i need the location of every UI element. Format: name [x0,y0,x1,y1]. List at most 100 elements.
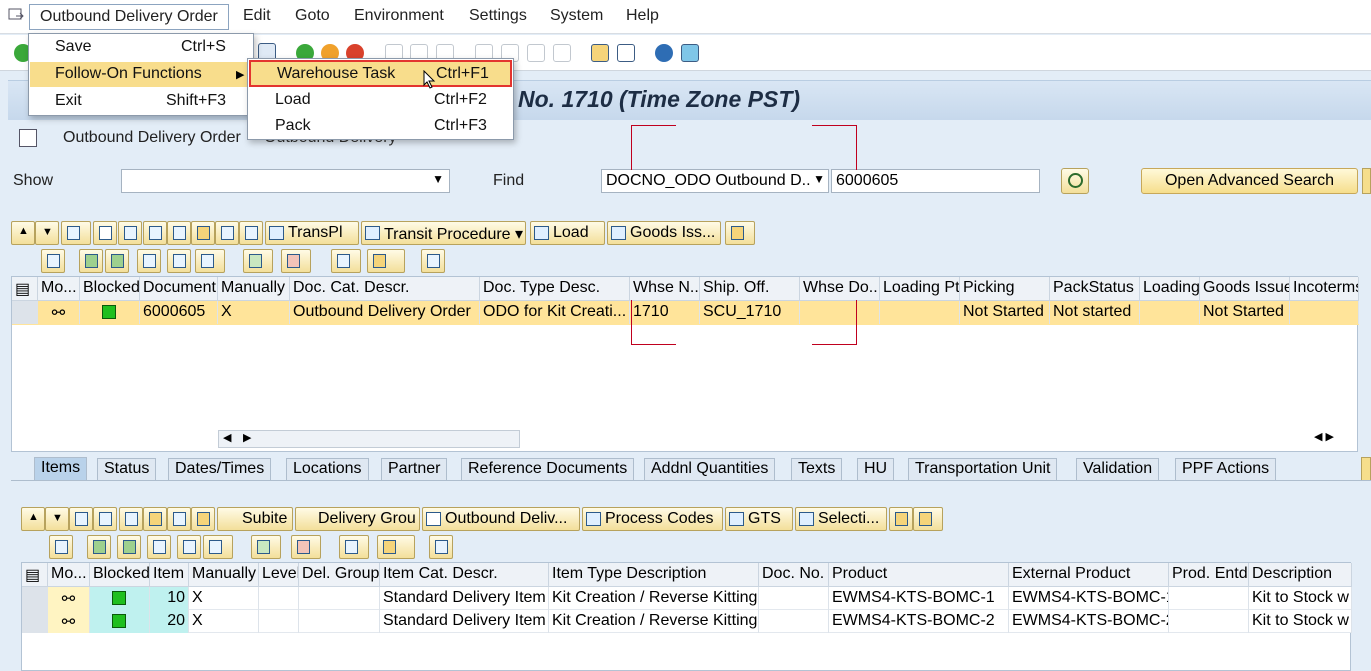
menu-edit[interactable]: Edit [243,7,271,25]
execute-search-button[interactable] [1061,168,1089,194]
lock-icon[interactable] [191,221,215,245]
expand-icon[interactable] [167,507,191,531]
find-value-input[interactable]: 6000605 [831,169,1040,193]
menu-environment[interactable]: Environment [354,7,444,25]
delete-icon[interactable] [119,507,143,531]
zoom-icon[interactable] [41,249,65,273]
menu-item-save[interactable]: Save [55,38,91,56]
save-grid-icon[interactable] [239,221,263,245]
col-header[interactable]: Blocked [80,277,140,301]
find-binoculars-icon[interactable] [137,249,161,273]
sort-descending-icon[interactable] [105,249,129,273]
goods-issue-button[interactable]: Goods Iss... [607,221,721,245]
sum-icon[interactable] [243,249,273,273]
horizontal-scrollbar[interactable]: ◀ ▶ [218,430,520,448]
gts-button[interactable]: GTS [725,507,793,531]
transpl-button[interactable]: TransPl [265,221,359,245]
col-header[interactable]: Item [150,563,189,587]
details-button[interactable] [69,507,93,531]
row-selector[interactable] [22,587,48,610]
find-binoculars-icon[interactable] [147,535,171,559]
details-button[interactable] [61,221,91,245]
more-button[interactable] [1362,168,1371,194]
scroll-down-button[interactable]: ▼ [45,507,69,531]
system-menu-icon[interactable] [8,8,24,22]
menu-item-follow-on-functions[interactable]: Follow-On Functions ▶ [30,62,252,87]
col-header[interactable]: Doc. Type Desc. [480,277,630,301]
col-header[interactable]: Goods Issue [1200,277,1290,301]
next-page-icon[interactable] [527,44,545,62]
outbound-delivery-button[interactable]: Outbound Deliv... [422,507,580,531]
menu-item-pack[interactable]: Pack [275,117,311,135]
col-header[interactable]: Picking [960,277,1050,301]
menu-item-warehouse-task[interactable]: Warehouse Task Ctrl+F1 [249,60,512,87]
col-header[interactable]: Item Cat. Descr. [380,563,549,587]
tab-reference-documents[interactable]: Reference Documents [461,458,635,480]
subtotal-icon[interactable] [281,249,311,273]
grid-settings-icon[interactable]: ▤ [22,563,48,587]
tab-addnl-quantities[interactable]: Addnl Quantities [644,458,776,480]
help-icon[interactable] [655,44,673,62]
col-header[interactable]: Ship. Off. [700,277,800,301]
sort-ascending-icon[interactable] [87,535,111,559]
cell-document[interactable]: 6000605 [140,301,218,324]
col-header[interactable]: PackStatus [1050,277,1140,301]
open-advanced-search-button[interactable]: Open Advanced Search [1141,168,1358,194]
tab-status[interactable]: Status [97,458,157,480]
filter-icon[interactable] [195,249,225,273]
create-session-icon[interactable] [591,44,609,62]
table-row[interactable]: ⚯ 20 X Standard Delivery Item Kit Creati… [22,610,1352,633]
glasses-icon[interactable]: ⚯ [38,301,80,324]
sum-icon[interactable] [251,535,281,559]
layout-icon[interactable] [377,535,415,559]
col-header[interactable]: Blocked [90,563,150,587]
hierarchy-icon[interactable] [191,507,215,531]
create-button[interactable] [93,221,117,245]
glasses-icon[interactable]: ⚯ [48,587,90,610]
menu-goto[interactable]: Goto [295,7,330,25]
detail-view-icon[interactable] [429,535,453,559]
menu-settings[interactable]: Settings [469,7,527,25]
col-header[interactable]: Whse Do... [800,277,880,301]
col-header[interactable]: Mo... [48,563,90,587]
col-header[interactable]: Incoterms [1290,277,1359,301]
row-selector[interactable] [12,301,38,324]
toolbar-outbound-delivery-order[interactable]: Outbound Delivery Order [63,129,241,147]
find-type-select[interactable]: DOCNO_ODO Outbound D... ▼ [601,169,829,193]
transit-procedure-button[interactable]: Transit Procedure ▾ [361,221,526,245]
col-header[interactable]: Item Type Description [549,563,759,587]
col-header[interactable]: Doc. No. [759,563,829,587]
last-page-icon[interactable] [553,44,571,62]
col-header[interactable]: Product [829,563,1009,587]
menu-item-load[interactable]: Load [275,91,311,109]
table-row[interactable]: ⚯ 10 X Standard Delivery Item Kit Creati… [22,587,1352,610]
table-row[interactable]: ⚯ 6000605 X Outbound Delivery Order ODO … [12,301,1359,325]
detail-view-icon[interactable] [421,249,445,273]
config-icon[interactable] [889,507,913,531]
customize-layout-icon[interactable] [681,44,699,62]
col-header[interactable]: Doc. Cat. Descr. [290,277,480,301]
grid-settings-icon[interactable]: ▤ [12,277,38,301]
list-icon[interactable] [93,507,117,531]
print-preview-icon[interactable] [339,535,369,559]
tab-locations[interactable]: Locations [286,458,369,480]
col-header[interactable]: Prod. Entd [1169,563,1249,587]
subtotal-icon[interactable] [291,535,321,559]
tab-ppf-actions[interactable]: PPF Actions [1175,458,1277,480]
tab-items[interactable]: Items [34,457,88,481]
col-header[interactable]: Description [1249,563,1352,587]
find-next-binoculars-icon[interactable] [177,535,201,559]
col-header[interactable]: Mo... [38,277,80,301]
menu-outbound-delivery-order[interactable]: Outbound Delivery Order [29,4,229,30]
scroll-arrows[interactable]: ◀ ▶ [1314,430,1354,448]
delivery-group-button[interactable]: Delivery Grou [295,507,420,531]
export-icon[interactable] [913,507,943,531]
tab-list-button[interactable] [1361,457,1371,481]
tab-transportation-unit[interactable]: Transportation Unit [908,458,1058,480]
menu-help[interactable]: Help [626,7,659,25]
table-icon[interactable] [143,507,167,531]
scroll-up-button[interactable]: ▲ [21,507,45,531]
menu-item-exit[interactable]: Exit [55,92,82,110]
find-next-binoculars-icon[interactable] [167,249,191,273]
display-icon[interactable] [143,221,167,245]
